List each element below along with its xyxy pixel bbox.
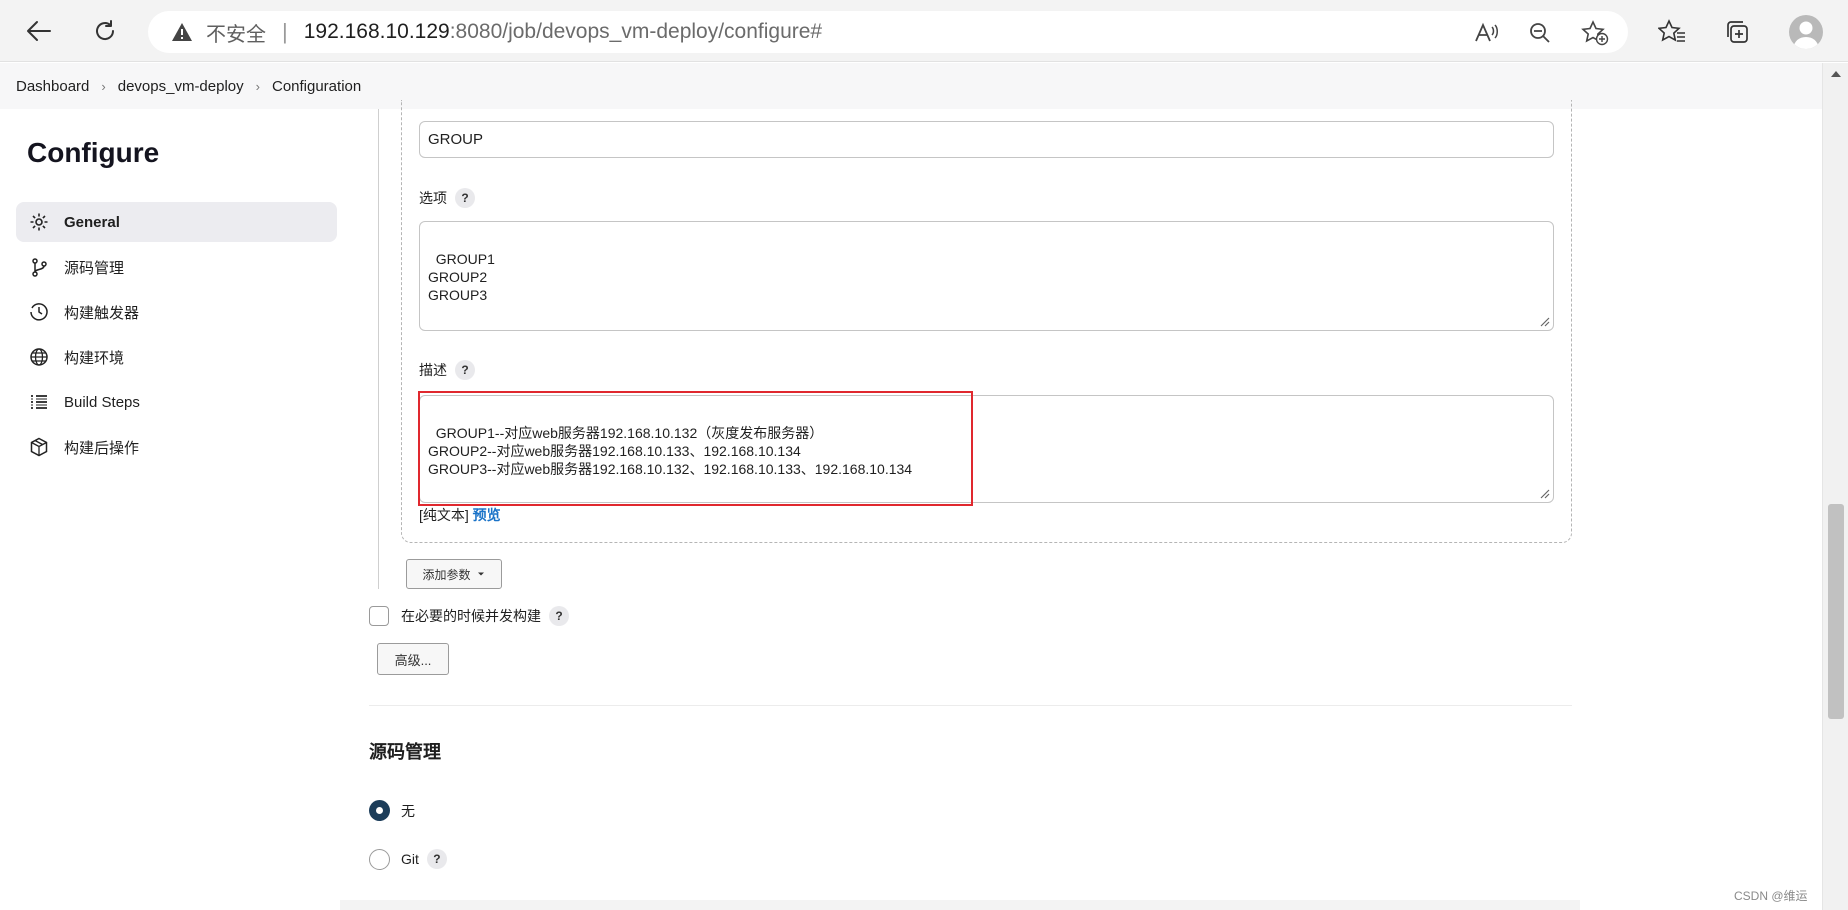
chevron-right-icon: › — [255, 78, 260, 94]
description-label: 描述 — [419, 362, 447, 378]
sidebar-item-triggers[interactable]: 构建触发器 — [16, 292, 337, 332]
advanced-button[interactable]: 高级... — [377, 643, 449, 675]
scroll-up-arrow-icon[interactable] — [1831, 71, 1841, 77]
refresh-icon — [96, 20, 115, 40]
collections-icon[interactable] — [1719, 14, 1755, 50]
profile-avatar[interactable] — [1789, 15, 1823, 49]
sidebar-item-label: General — [64, 213, 120, 231]
scm-none-radio[interactable] — [369, 800, 390, 821]
sidebar-item-label: 构建触发器 — [64, 304, 140, 322]
browser-toolbar: 不安全 | 192.168.10.129 :8080/job/devops_vm… — [0, 0, 1848, 62]
preview-link[interactable]: 预览 — [473, 507, 501, 523]
address-bar[interactable]: 不安全 | 192.168.10.129 :8080/job/devops_vm… — [148, 11, 1628, 53]
person-icon — [1793, 21, 1819, 49]
branch-icon — [28, 256, 50, 278]
refresh-button[interactable] — [84, 10, 126, 52]
page-scrollbar[interactable] — [1822, 63, 1848, 910]
sidebar-item-label: 构建环境 — [64, 349, 125, 367]
concurrent-build-row: 在必要的时候并发构建 ? — [401, 605, 569, 627]
sidebar-item-build-steps[interactable]: Build Steps — [16, 382, 337, 422]
watermark-text: CSDN @维运 — [1734, 889, 1808, 903]
breadcrumb-configuration[interactable]: Configuration — [272, 78, 361, 95]
sidebar-item-label: Build Steps — [64, 393, 140, 411]
options-label-row: 选项 ? — [419, 188, 475, 208]
insecure-label: 不安全 — [206, 23, 266, 46]
sidebar-item-label: 构建后操作 — [64, 439, 140, 457]
read-aloud-icon[interactable] — [1472, 19, 1500, 47]
sidebar-item-post-build[interactable]: 构建后操作 — [16, 427, 337, 467]
help-icon[interactable]: ? — [549, 606, 569, 626]
url-path: :8080/job/devops_vm-deploy/configure# — [449, 20, 823, 43]
back-arrow-icon — [27, 21, 51, 41]
add-parameter-label: 添加参数 — [422, 567, 471, 582]
list-icon — [28, 391, 50, 413]
breadcrumb-dashboard[interactable]: Dashboard — [16, 78, 89, 95]
options-label: 选项 — [419, 190, 447, 206]
scm-git-row: Git ? — [401, 848, 447, 870]
section-divider — [369, 705, 1572, 706]
concurrent-build-label: 在必要的时候并发构建 — [401, 608, 541, 624]
bottom-bar-edge — [340, 900, 1580, 910]
scm-git-radio[interactable] — [369, 849, 390, 870]
zoom-out-icon[interactable] — [1526, 19, 1554, 47]
advanced-label: 高级... — [394, 652, 432, 668]
add-parameter-button[interactable]: 添加参数 — [406, 559, 502, 589]
sidebar-item-scm[interactable]: 源码管理 — [16, 247, 337, 287]
chevron-right-icon: › — [101, 78, 106, 94]
options-text: GROUP1 GROUP2 GROUP3 — [428, 251, 495, 303]
breadcrumb-job[interactable]: devops_vm-deploy — [118, 78, 244, 95]
package-icon — [28, 436, 50, 458]
help-icon[interactable]: ? — [455, 360, 475, 380]
options-textarea[interactable]: GROUP1 GROUP2 GROUP3 — [419, 221, 1554, 331]
plain-text-label: [纯文本] — [419, 507, 469, 523]
resize-handle-icon[interactable] — [1538, 487, 1550, 499]
globe-icon — [28, 346, 50, 368]
param-name-input[interactable]: GROUP — [419, 121, 1554, 158]
help-icon[interactable]: ? — [455, 188, 475, 208]
sidebar-item-general[interactable]: General — [16, 202, 337, 242]
scm-none-label: 无 — [401, 802, 415, 819]
scm-none-row: 无 — [401, 800, 415, 821]
gear-icon — [28, 211, 50, 233]
description-label-row: 描述 ? — [419, 360, 475, 380]
url-host: 192.168.10.129 — [303, 20, 450, 43]
sidebar-item-environment[interactable]: 构建环境 — [16, 337, 337, 377]
scm-section-title: 源码管理 — [369, 742, 441, 762]
section-left-rule — [378, 109, 379, 589]
scm-git-label: Git — [401, 851, 419, 867]
add-favorite-icon[interactable] — [1581, 19, 1609, 47]
sidebar-item-label: 源码管理 — [64, 259, 125, 277]
back-button[interactable] — [18, 10, 60, 52]
caret-down-icon — [477, 572, 484, 576]
format-preview-row: [纯文本] 预览 — [419, 505, 501, 525]
annotation-highlight-box — [418, 391, 973, 506]
address-separator: | — [282, 19, 288, 44]
sidebar-title: Configure — [27, 137, 160, 168]
help-icon[interactable]: ? — [426, 849, 447, 869]
favorites-icon[interactable] — [1654, 14, 1690, 50]
warning-icon — [170, 21, 194, 43]
clock-icon — [28, 301, 50, 323]
scrollbar-thumb[interactable] — [1828, 504, 1844, 719]
resize-handle-icon[interactable] — [1538, 315, 1550, 327]
concurrent-build-checkbox[interactable] — [369, 606, 389, 626]
